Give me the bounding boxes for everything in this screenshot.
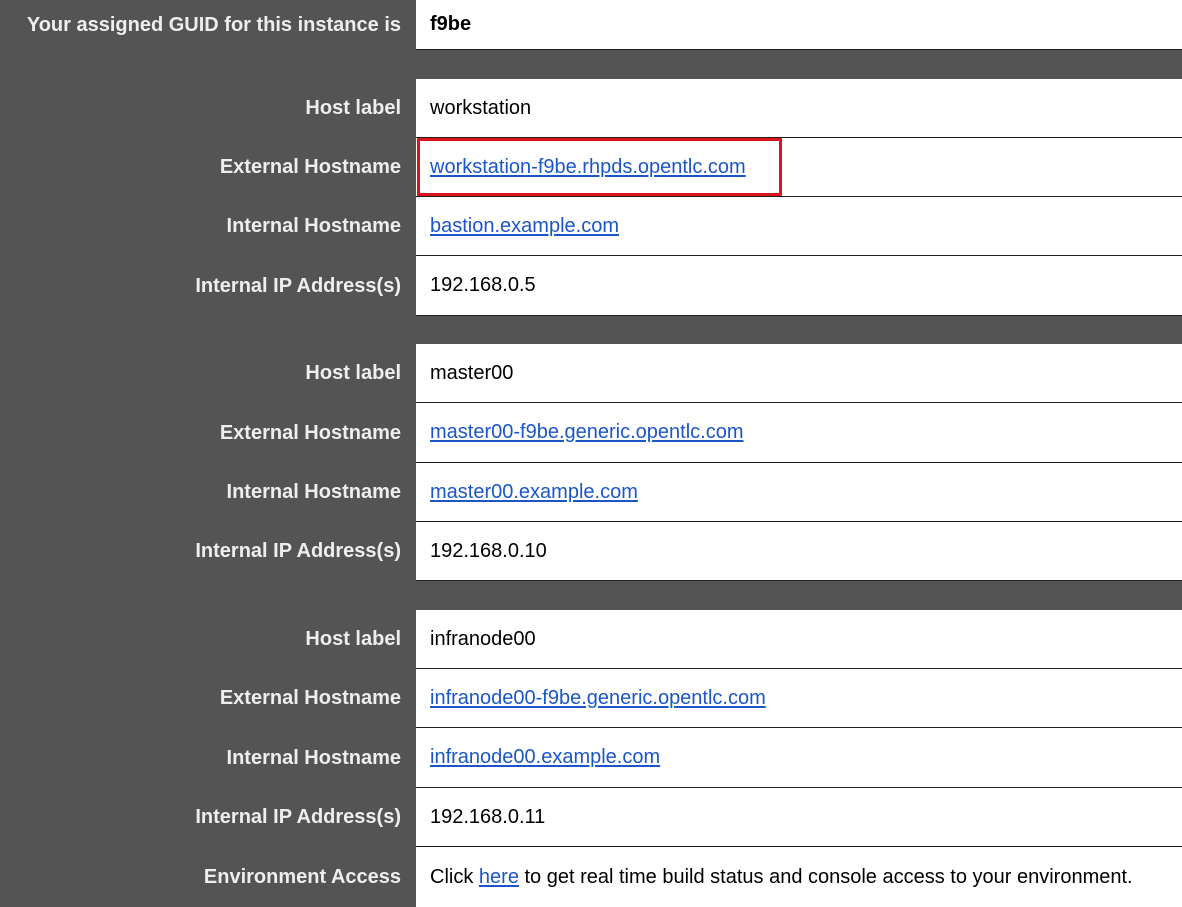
external-hostname-link[interactable]: workstation-f9be.rhpds.opentlc.com [430,156,746,179]
guid-value: f9be [416,0,1182,50]
host-label-label: Host label [305,362,401,384]
internal-ip-label: Internal IP Address(s) [195,540,401,562]
host-label-label: Host label [305,628,401,650]
environment-access-link[interactable]: here [479,866,519,889]
environment-access-text-after: to get real time build status and consol… [524,865,1133,888]
host-1-external-row: External Hostname workstation-f9be.rhpds… [0,138,1182,197]
host-1-label-row: Host label workstation [0,79,1182,138]
host-1-internal-row: Internal Hostname bastion.example.com [0,197,1182,256]
host-2-label-row: Host label master00 [0,344,1182,403]
host-3-internal-row: Internal Hostname infranode00.example.co… [0,728,1182,788]
host-label-value: infranode00 [416,610,1182,669]
host-2-ip-row: Internal IP Address(s) 192.168.0.10 [0,522,1182,581]
external-hostname-link[interactable]: infranode00-f9be.generic.opentlc.com [430,687,766,710]
instance-info-page: Your assigned GUID for this instance is … [0,0,1182,907]
environment-access-text-before: Click [430,865,474,888]
host-3-ip-row: Internal IP Address(s) 192.168.0.11 [0,788,1182,847]
internal-hostname-link[interactable]: infranode00.example.com [430,746,660,769]
internal-hostname-cell: infranode00.example.com [416,728,1182,788]
internal-hostname-link[interactable]: master00.example.com [430,481,638,504]
external-hostname-label: External Hostname [219,687,401,709]
external-hostname-label: External Hostname [219,421,401,444]
host-label-value: workstation [416,79,1182,138]
host-label-label: Host label [305,97,401,119]
host-3-label-row: Host label infranode00 [0,610,1182,669]
external-hostname-label: External Hostname [219,156,401,178]
internal-hostname-label: Internal Hostname [226,481,401,503]
internal-hostname-cell: bastion.example.com [416,197,1182,256]
internal-ip-value: 192.168.0.10 [416,522,1182,581]
environment-access-cell: Click here to get real time build status… [416,847,1182,907]
environment-access-row: Environment Access Click here to get rea… [0,847,1182,907]
host-1-ip-row: Internal IP Address(s) 192.168.0.5 [0,256,1182,316]
external-hostname-cell: workstation-f9be.rhpds.opentlc.com [416,138,1182,197]
internal-ip-value: 192.168.0.5 [416,256,1182,316]
host-3-external-row: External Hostname infranode00-f9be.gener… [0,669,1182,728]
external-hostname-cell: master00-f9be.generic.opentlc.com [416,403,1182,463]
guid-label: Your assigned GUID for this instance is [26,13,401,36]
internal-hostname-cell: master00.example.com [416,463,1182,522]
host-label-value: master00 [416,344,1182,403]
external-hostname-link[interactable]: master00-f9be.generic.opentlc.com [430,421,744,444]
internal-ip-value: 192.168.0.11 [416,788,1182,847]
internal-ip-label: Internal IP Address(s) [195,274,401,297]
guid-row: Your assigned GUID for this instance is … [0,0,1182,50]
external-hostname-cell: infranode00-f9be.generic.opentlc.com [416,669,1182,728]
internal-hostname-label: Internal Hostname [226,746,401,769]
host-2-external-row: External Hostname master00-f9be.generic.… [0,403,1182,463]
internal-ip-label: Internal IP Address(s) [195,806,401,828]
internal-hostname-label: Internal Hostname [226,215,401,237]
host-2-internal-row: Internal Hostname master00.example.com [0,463,1182,522]
environment-access-label: Environment Access [203,865,401,888]
internal-hostname-link[interactable]: bastion.example.com [430,215,619,238]
